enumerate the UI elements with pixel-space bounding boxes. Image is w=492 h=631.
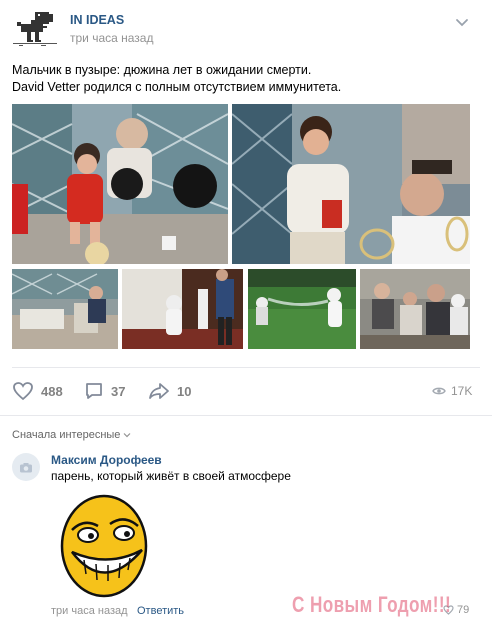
- chevron-down-icon[interactable]: [455, 14, 469, 27]
- post-text: Мальчик в пузыре: дюжина лет в ожидании …: [12, 62, 482, 96]
- dinosaur-logo-icon[interactable]: [13, 10, 57, 46]
- comment-like-count: 79: [457, 604, 470, 616]
- like-button[interactable]: 488: [12, 381, 63, 401]
- photo-child-in-bubble[interactable]: [12, 104, 228, 264]
- like-count: 488: [41, 383, 63, 399]
- comment-author[interactable]: Максим Дорофеев: [51, 453, 162, 467]
- views-counter: 17K: [432, 384, 472, 398]
- chevron-down-icon: [123, 433, 131, 438]
- comment-text: парень, который живёт в своей атмосфере: [51, 469, 291, 483]
- photo-hospital-room[interactable]: [12, 269, 118, 349]
- views-count: 17K: [451, 384, 473, 398]
- post-author[interactable]: IN IDEAS: [70, 13, 124, 27]
- commenter-avatar[interactable]: [12, 453, 40, 481]
- actions-divider: [12, 367, 480, 368]
- comments-separator: [0, 415, 492, 416]
- share-count: 10: [177, 383, 192, 399]
- post-text-line-1: Мальчик в пузыре: дюжина лет в ожидании …: [12, 63, 312, 77]
- post-time[interactable]: три часа назад: [70, 31, 153, 45]
- comment-time[interactable]: три часа назад: [51, 605, 128, 617]
- reply-button[interactable]: Ответить: [137, 605, 184, 617]
- comments-sort-dropdown[interactable]: Сначала интересные: [12, 429, 131, 441]
- camera-icon: [20, 462, 32, 472]
- share-arrow-icon: [149, 383, 169, 399]
- photo-family-with-boy[interactable]: [360, 269, 470, 349]
- comment-count: 37: [111, 383, 126, 399]
- comment-button[interactable]: 37: [84, 381, 125, 401]
- share-button[interactable]: 10: [148, 381, 191, 401]
- photo-boy-in-spacesuit[interactable]: [122, 269, 243, 349]
- photo-spacesuit-on-grass[interactable]: [248, 269, 356, 349]
- photo-boy-with-doctor[interactable]: [232, 104, 470, 264]
- heart-icon: [13, 382, 33, 401]
- watermark-text: С Новым Годом!!!: [292, 592, 452, 617]
- comments-sort-label: Сначала интересные: [12, 429, 121, 441]
- post-text-line-2: David Vetter родился с полным отсутствие…: [12, 80, 342, 94]
- comment-icon: [86, 383, 102, 399]
- eye-icon: [432, 387, 446, 395]
- trollface-sticker: [58, 490, 154, 600]
